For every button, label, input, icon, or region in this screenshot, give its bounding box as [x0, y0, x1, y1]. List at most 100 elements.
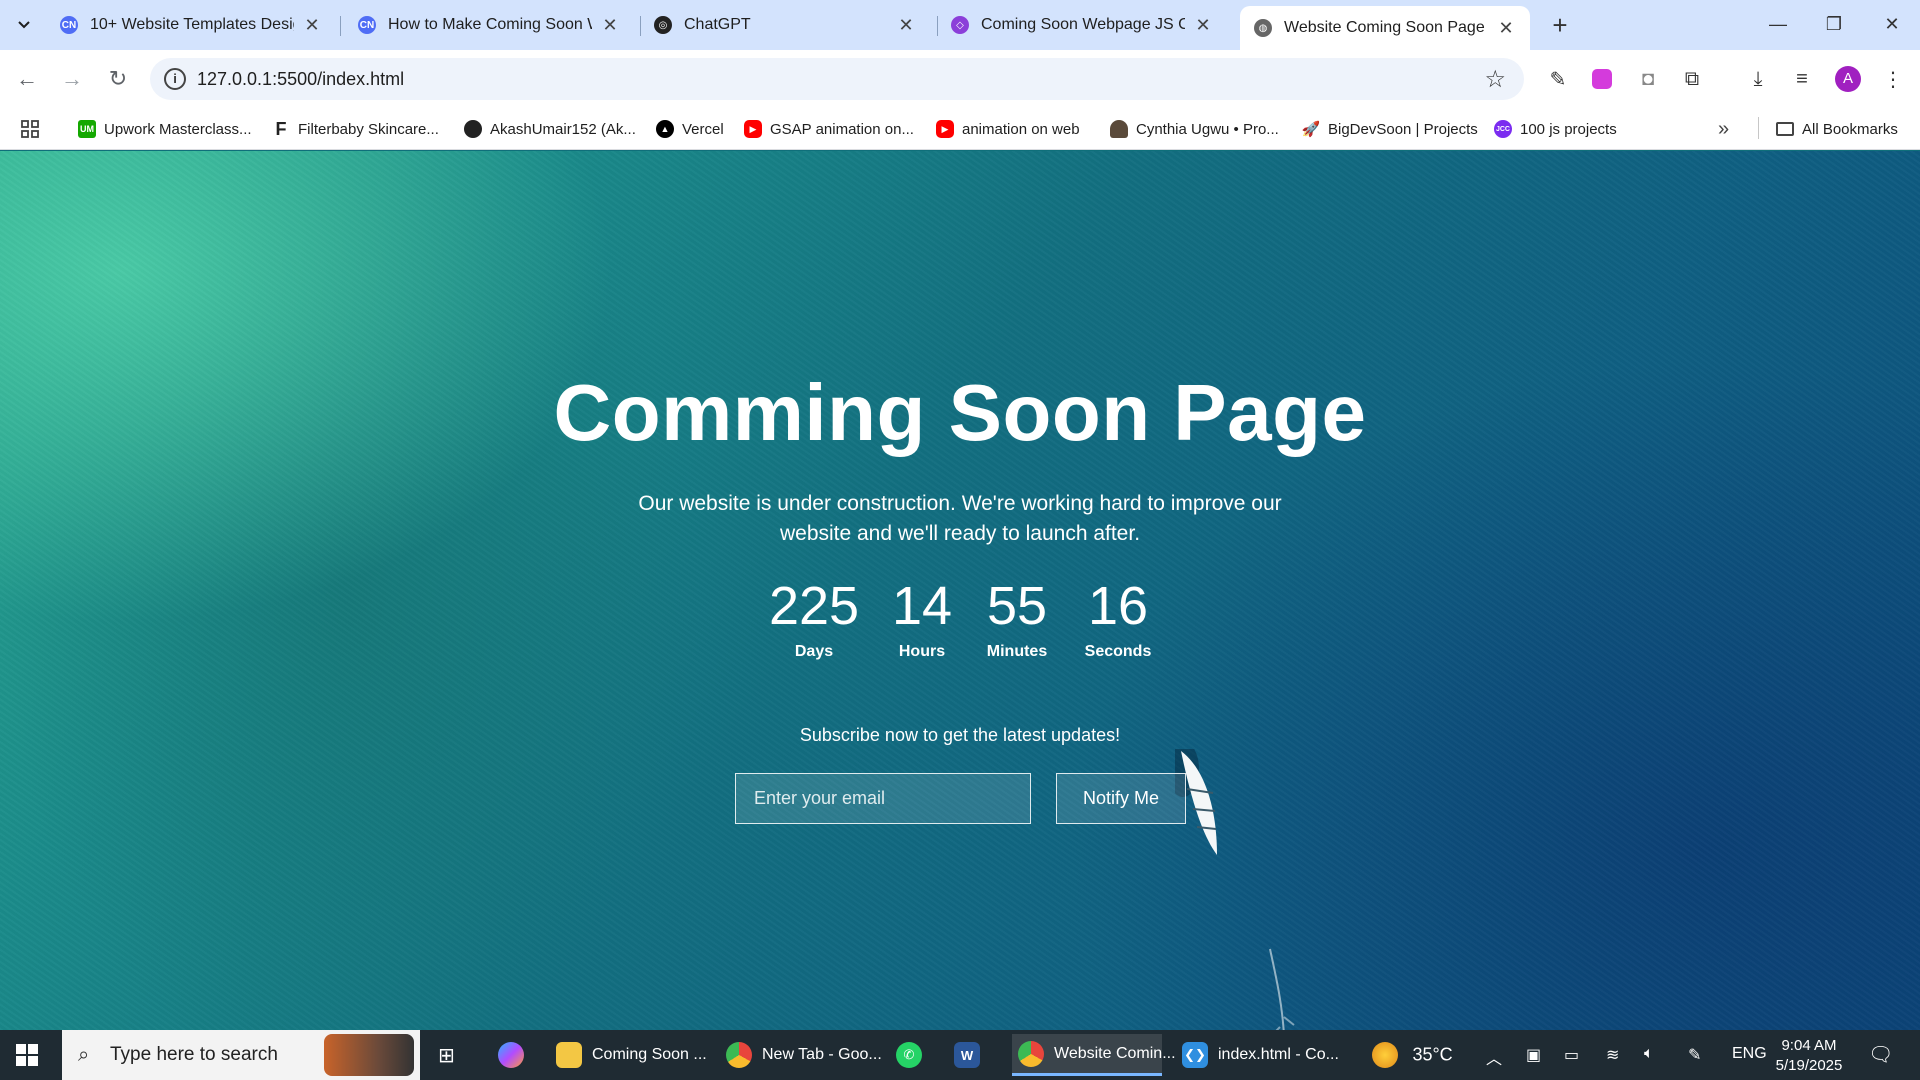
forward-button[interactable]: →	[57, 64, 87, 94]
bookmark-animation-web[interactable]: ▶ animation on web	[936, 117, 1080, 141]
profile-avatar[interactable]: A	[1835, 66, 1861, 92]
word-icon[interactable]: W	[954, 1034, 990, 1076]
taskbar-app-label: Website Comin...	[1054, 1044, 1176, 1062]
tab-title: Coming Soon Webpage JS Cod	[981, 16, 1185, 33]
close-icon[interactable]: ✕	[1193, 15, 1213, 36]
subscribe-text: Subscribe now to get the latest updates!	[799, 725, 1121, 745]
globe-icon: ◍	[1254, 19, 1272, 37]
tray-chevron-up-icon[interactable]: ︿	[1486, 1045, 1502, 1069]
taskbar-app-vscode[interactable]: ❮❯ index.html - Co...	[1182, 1034, 1339, 1076]
coming-soon-page: Comming Soon Page Our website is under c…	[0, 151, 1920, 1030]
bookmark-label: Cynthia Ugwu • Pro...	[1136, 120, 1279, 138]
close-icon[interactable]: ✕	[896, 15, 916, 36]
apps-grid-icon[interactable]	[20, 117, 40, 141]
taskbar-search-placeholder: Type here to search	[110, 1044, 278, 1065]
temperature-text: 35°C	[1412, 1044, 1453, 1065]
arrow-right-icon: →	[61, 66, 83, 91]
tab-title: Website Coming Soon Page	[1284, 19, 1485, 36]
more-bookmarks-icon[interactable]: »	[1718, 117, 1729, 141]
new-tab-button[interactable]: +	[1544, 10, 1576, 40]
close-icon[interactable]: ✕	[302, 15, 322, 36]
media-control-icon[interactable]: ≡	[1789, 66, 1815, 92]
folder-icon	[556, 1042, 582, 1068]
squirrel-camera-image	[324, 1034, 414, 1076]
url-text[interactable]: 127.0.0.1:5500/index.html	[197, 69, 404, 90]
taskbar-app-chrome-newtab[interactable]: New Tab - Goo...	[726, 1034, 882, 1076]
window-close-button[interactable]: ✕	[1872, 8, 1912, 40]
bookmark-github[interactable]: AkashUmair152 (Ak...	[464, 117, 636, 141]
close-icon[interactable]: ✕	[600, 15, 620, 36]
chrome-icon	[726, 1042, 752, 1068]
address-bar[interactable]: i 127.0.0.1:5500/index.html ☆	[150, 58, 1524, 100]
chevron-down-icon	[18, 21, 30, 29]
bookmark-vercel[interactable]: ▲ Vercel	[656, 117, 724, 141]
extension-pink-icon[interactable]	[1589, 66, 1615, 92]
taskbar-app-chrome-website[interactable]: Website Comin...	[1012, 1034, 1176, 1076]
wifi-icon[interactable]: ≋	[1606, 1045, 1619, 1065]
camera-icon[interactable]: ◘	[1635, 66, 1661, 92]
bookmark-upwork[interactable]: UM Upwork Masterclass...	[78, 117, 252, 141]
bookmark-label: BigDevSoon | Projects	[1328, 120, 1478, 138]
download-icon[interactable]: ⤓	[1745, 66, 1771, 92]
bookmark-filterbaby[interactable]: F Filterbaby Skincare...	[272, 117, 439, 141]
countdown-label: Minutes	[986, 643, 1048, 660]
bookmark-star-icon[interactable]: ☆	[1484, 65, 1506, 94]
volume-icon[interactable]: 🔈︎	[1644, 1045, 1654, 1063]
taskbar-search[interactable]: ⌕ Type here to search	[62, 1030, 420, 1080]
battery-icon[interactable]: ▭	[1564, 1045, 1579, 1065]
reload-button[interactable]: ↻	[103, 64, 133, 94]
taskbar-app-explorer[interactable]: Coming Soon ...	[556, 1034, 707, 1076]
countdown-value: 16	[1087, 576, 1149, 636]
system-clock[interactable]: 9:04 AM 5/19/2025	[1760, 1036, 1858, 1076]
notify-me-button[interactable]: Notify Me	[1056, 773, 1186, 824]
rocket-icon: 🚀	[1301, 121, 1321, 138]
tab-chatgpt[interactable]: ◎ ChatGPT ✕	[640, 6, 930, 44]
youtube-icon: ▶	[744, 120, 762, 138]
notifications-icon[interactable]: 🗨︎	[1868, 1042, 1893, 1067]
tab-codepen[interactable]: ◇ Coming Soon Webpage JS Cod ✕	[937, 6, 1227, 44]
bookmark-cynthia[interactable]: Cynthia Ugwu • Pro...	[1110, 117, 1279, 141]
countdown-minutes: 55 Minutes	[972, 575, 1062, 661]
tab-website-templates[interactable]: CN 10+ Website Templates Design ✕	[46, 6, 336, 44]
weather-widget[interactable]: 35°C	[1372, 1042, 1453, 1068]
bookmark-label: All Bookmarks	[1802, 120, 1898, 138]
meet-icon[interactable]: ▣	[1526, 1045, 1541, 1065]
pen-icon[interactable]: ✎	[1688, 1045, 1701, 1065]
countdown-label: Hours	[898, 643, 946, 660]
minimize-button[interactable]: —	[1758, 8, 1798, 40]
clock-time: 9:04 AM	[1781, 1037, 1837, 1054]
search-icon: ⌕	[78, 1044, 90, 1066]
tab-title: How to Make Coming Soon We	[388, 16, 592, 33]
tab-strip: CN 10+ Website Templates Design ✕ CN How…	[0, 0, 1920, 50]
boat-wake-image	[1269, 948, 1295, 1030]
countdown-seconds: 16 Seconds	[1074, 575, 1162, 661]
extensions-puzzle-icon[interactable]: ⧉	[1679, 66, 1705, 92]
close-icon[interactable]: ✕	[1496, 18, 1516, 39]
countdown-value: 225	[768, 576, 860, 636]
windows-start-button[interactable]	[16, 1044, 38, 1071]
windows-taskbar: ⌕ Type here to search ⊞ Coming Soon ... …	[0, 1030, 1920, 1080]
copilot-icon[interactable]	[498, 1034, 534, 1076]
tab-how-to-make[interactable]: CN How to Make Coming Soon We ✕	[344, 6, 634, 44]
eyedropper-icon[interactable]: ✎	[1545, 66, 1571, 92]
tab-website-coming-soon[interactable]: ◍ Website Coming Soon Page ✕	[1240, 6, 1530, 50]
filterbaby-icon: F	[275, 118, 287, 139]
tab-search-button[interactable]	[8, 10, 40, 40]
tab-separator	[340, 16, 341, 36]
countdown-label: Seconds	[1084, 643, 1152, 660]
menu-kebab-icon[interactable]: ⋮	[1880, 66, 1906, 92]
site-info-icon[interactable]: i	[164, 68, 186, 90]
restore-button[interactable]: ❐	[1814, 8, 1854, 40]
page-subtitle: Our website is under construction. We're…	[638, 492, 1282, 545]
bookmark-bigdevsoon[interactable]: 🚀 BigDevSoon | Projects	[1302, 117, 1478, 141]
task-view-icon[interactable]: ⊞	[438, 1034, 455, 1076]
back-button[interactable]: ←	[12, 64, 42, 94]
cynthia-icon	[1110, 120, 1128, 138]
bookmark-100-js[interactable]: JCC 100 js projects	[1494, 117, 1617, 141]
all-bookmarks-button[interactable]: All Bookmarks	[1776, 117, 1898, 141]
vercel-icon: ▲	[656, 120, 674, 138]
whatsapp-icon[interactable]: ✆	[896, 1034, 932, 1076]
email-input[interactable]	[735, 773, 1031, 824]
bookmark-gsap[interactable]: ▶ GSAP animation on...	[744, 117, 914, 141]
taskbar-app-label: index.html - Co...	[1218, 1046, 1339, 1063]
